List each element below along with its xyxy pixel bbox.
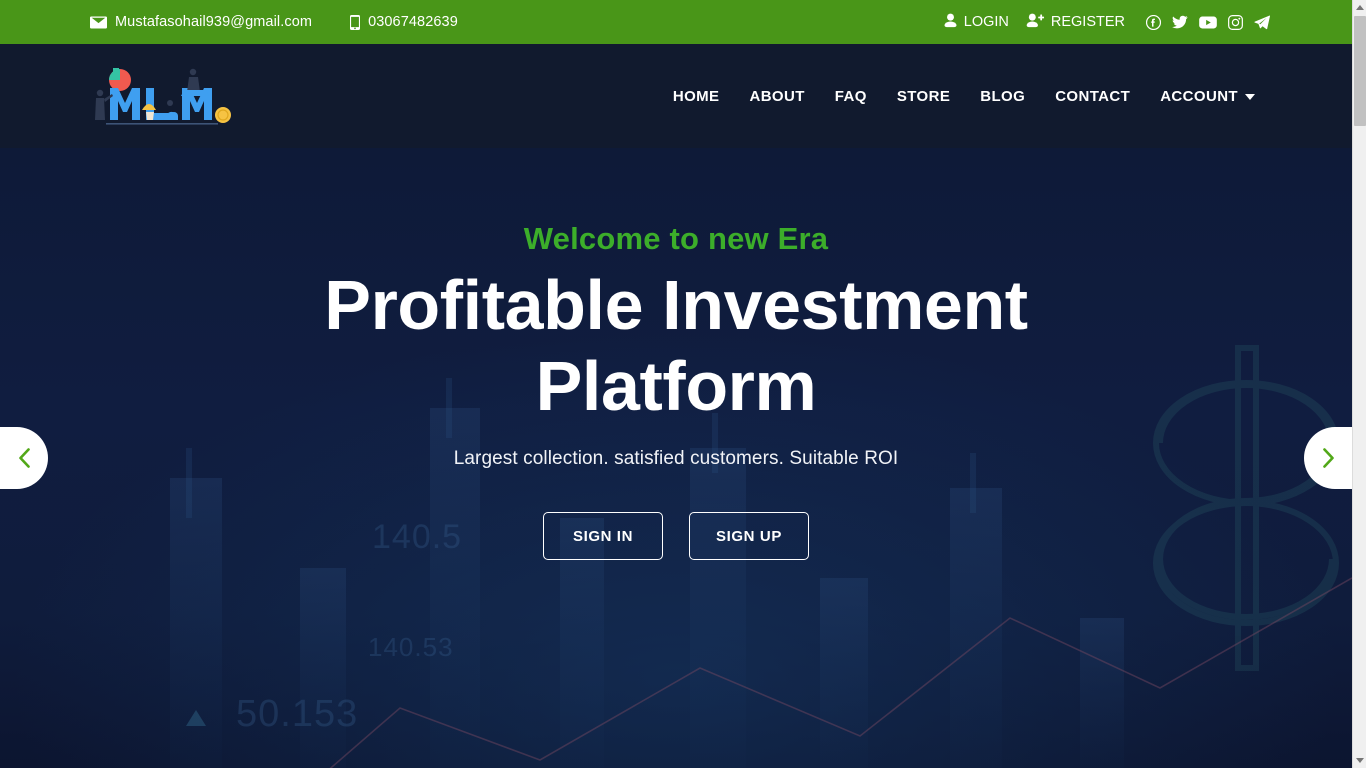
- hero-content: Welcome to new Era Profitable Investment…: [0, 148, 1352, 768]
- register-link[interactable]: REGISTER: [1026, 13, 1125, 32]
- hero-title-line-1: Profitable Investment: [324, 266, 1028, 345]
- chevron-down-icon: [1245, 94, 1255, 100]
- nav-item-about[interactable]: ABOUT: [734, 88, 819, 105]
- nav-label-store: STORE: [896, 87, 951, 105]
- user-plus-icon: [1026, 13, 1045, 32]
- topbar-actions-group: LOGIN REGISTER: [943, 13, 1270, 32]
- hero-carousel: 140.5 140.53 50.153 -103.20 -103.20 Welc…: [0, 148, 1352, 768]
- triangle-up-icon: [1355, 5, 1364, 10]
- nav-item-contact[interactable]: CONTACT: [1040, 88, 1145, 105]
- register-label: REGISTER: [1050, 14, 1125, 30]
- hero-title-line-2: Platform: [535, 346, 817, 425]
- telegram-icon[interactable]: [1254, 15, 1270, 30]
- sign-in-button[interactable]: SIGN IN: [543, 512, 663, 561]
- instagram-icon[interactable]: [1228, 14, 1243, 30]
- hero-eyebrow: Welcome to new Era: [523, 221, 829, 256]
- contact-email-link[interactable]: Mustafasohail939@gmail.com: [90, 14, 312, 30]
- page-root: Mustafasohail939@gmail.com 03067482639 L…: [0, 0, 1352, 768]
- topbar-contact-group: Mustafasohail939@gmail.com 03067482639: [90, 14, 458, 30]
- youtube-icon[interactable]: [1199, 16, 1217, 29]
- triangle-down-icon: [1356, 758, 1364, 763]
- chevron-right-icon: [1322, 448, 1334, 468]
- twitter-icon[interactable]: [1172, 15, 1188, 29]
- top-utility-bar: Mustafasohail939@gmail.com 03067482639 L…: [0, 0, 1352, 44]
- nav-label-about: ABOUT: [749, 87, 805, 105]
- nav-item-blog[interactable]: BLOG: [965, 88, 1040, 105]
- nav-item-faq[interactable]: FAQ: [820, 88, 882, 105]
- chevron-left-icon: [18, 448, 30, 468]
- nav-label-contact: CONTACT: [1055, 87, 1131, 105]
- hero-title: Profitable Investment Platform: [324, 265, 1028, 426]
- hero-subtitle: Largest collection. satisfied customers.…: [453, 448, 899, 470]
- nav-label-faq: FAQ: [834, 87, 867, 105]
- nav-label-account: ACCOUNT: [1160, 87, 1238, 105]
- contact-phone-text: 03067482639: [368, 14, 458, 30]
- scrollbar-up-button[interactable]: [1353, 0, 1366, 15]
- envelope-icon: [90, 16, 107, 29]
- scrollbar-thumb[interactable]: [1354, 16, 1366, 126]
- facebook-icon[interactable]: [1145, 14, 1162, 30]
- scrollbar-down-button[interactable]: [1353, 753, 1366, 768]
- mobile-phone-icon: [350, 14, 361, 30]
- main-navbar: HOME ABOUT FAQ STORE BLOG CONTACT ACCOUN…: [0, 44, 1352, 148]
- primary-navigation: HOME ABOUT FAQ STORE BLOG CONTACT ACCOUN…: [658, 88, 1270, 105]
- nav-item-account[interactable]: ACCOUNT: [1145, 88, 1270, 105]
- user-icon: [943, 13, 958, 32]
- site-logo: [95, 68, 231, 125]
- login-link[interactable]: LOGIN: [943, 13, 1009, 32]
- nav-label-blog: BLOG: [980, 87, 1026, 105]
- nav-label-home: HOME: [672, 87, 720, 105]
- sign-up-button[interactable]: SIGN UP: [689, 512, 809, 561]
- contact-phone-link[interactable]: 03067482639: [350, 14, 458, 30]
- nav-item-store[interactable]: STORE: [882, 88, 965, 105]
- login-label: LOGIN: [963, 14, 1009, 30]
- hero-action-buttons: SIGN IN SIGN UP: [543, 512, 809, 561]
- browser-scrollbar[interactable]: [1352, 0, 1366, 768]
- site-logo-link[interactable]: [88, 58, 238, 134]
- contact-email-text: Mustafasohail939@gmail.com: [115, 14, 313, 30]
- nav-item-home[interactable]: HOME: [658, 88, 735, 105]
- social-links: [1145, 14, 1270, 30]
